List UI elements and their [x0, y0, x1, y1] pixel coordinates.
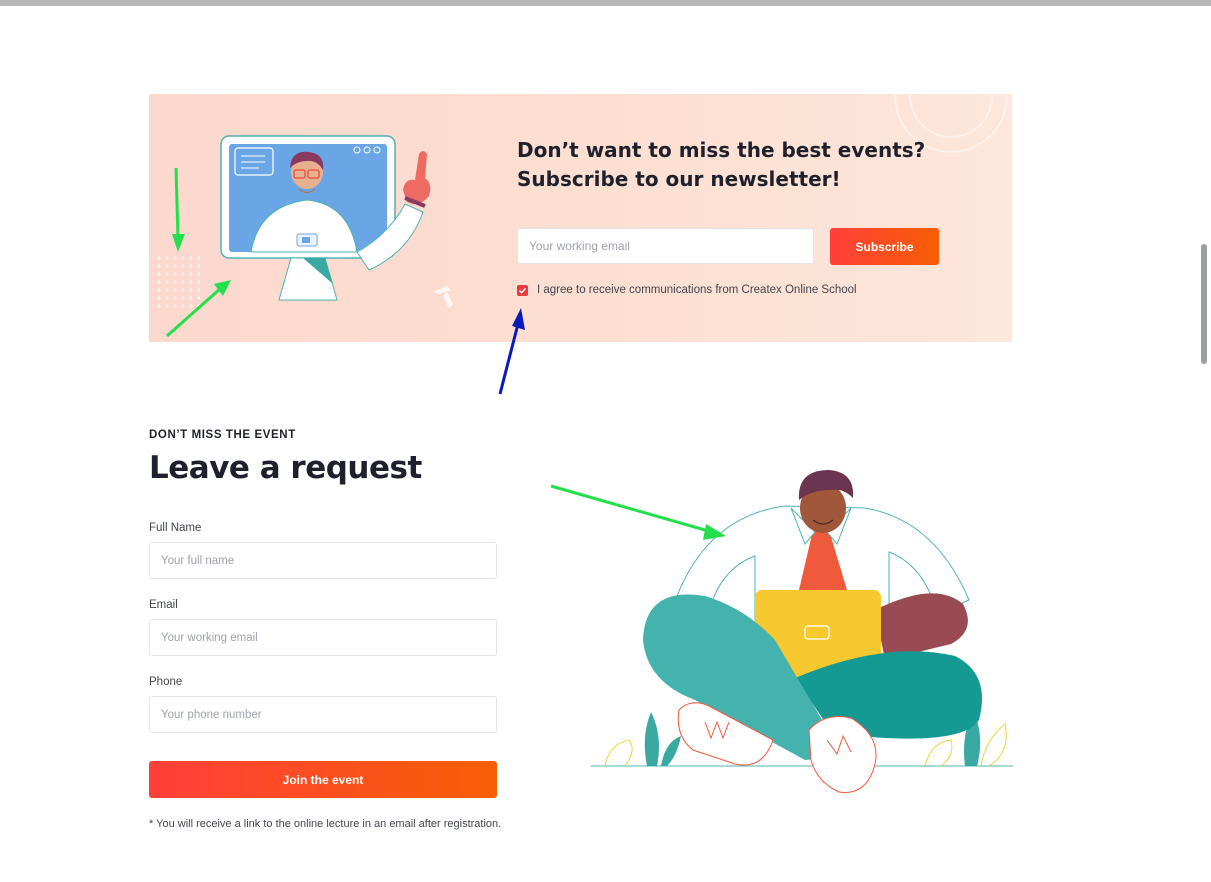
video-call-illustration — [220, 135, 431, 301]
newsletter-email-input[interactable] — [517, 228, 814, 264]
page-title: Leave a request — [149, 450, 422, 486]
newsletter-banner: Don’t want to miss the best events? Subs… — [149, 94, 1012, 342]
full-name-label: Full Name — [149, 522, 202, 534]
full-name-field[interactable] — [149, 542, 497, 579]
newsletter-title-line-2: Subscribe to our newsletter! — [517, 167, 841, 191]
agree-row: I agree to receive communications from C… — [517, 284, 857, 296]
person-with-laptop-illustration — [591, 470, 1013, 793]
browser-top-edge — [0, 0, 1211, 6]
email-field[interactable] — [149, 619, 497, 656]
registration-note: * You will receive a link to the online … — [149, 818, 502, 830]
agree-label: I agree to receive communications from C… — [537, 284, 857, 296]
decorative-dots — [155, 254, 203, 308]
newsletter-title-line-1: Don’t want to miss the best events? — [517, 138, 926, 162]
phone-field[interactable] — [149, 696, 497, 733]
scrollbar[interactable] — [1201, 244, 1207, 364]
phone-label: Phone — [149, 676, 183, 688]
newsletter-title: Don’t want to miss the best events? Subs… — [517, 136, 937, 194]
decorative-shape — [433, 286, 453, 308]
check-icon — [519, 287, 527, 294]
join-event-button[interactable]: Join the event — [149, 761, 497, 798]
section-eyebrow: DON’T MISS THE EVENT — [149, 429, 296, 441]
email-label: Email — [149, 599, 178, 611]
subscribe-button[interactable]: Subscribe — [830, 228, 939, 265]
agree-checkbox[interactable] — [517, 284, 528, 296]
